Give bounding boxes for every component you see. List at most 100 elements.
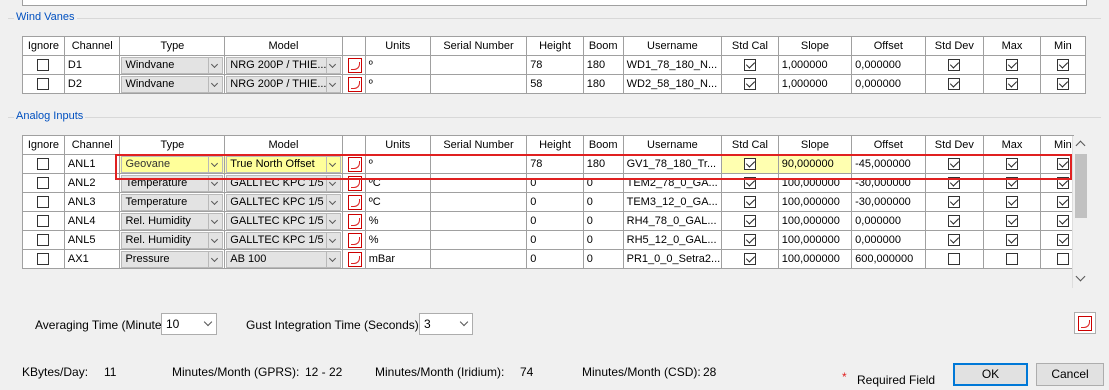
min-cell[interactable]: [1039, 230, 1074, 250]
scroll-down-icon[interactable]: [1075, 271, 1086, 282]
pdf-icon[interactable]: [347, 251, 362, 267]
min-checkbox[interactable]: [1056, 158, 1069, 171]
max-cell[interactable]: [983, 211, 1041, 231]
gust-time-select[interactable]: 3: [419, 313, 473, 335]
std-cal-cell[interactable]: [721, 211, 779, 231]
min-cell[interactable]: [1039, 211, 1074, 231]
std-dev-cell[interactable]: [924, 55, 985, 75]
username-cell[interactable]: RH5_12_0_GAL...: [622, 230, 723, 250]
chevron-down-icon[interactable]: [209, 193, 224, 211]
height-cell[interactable]: 0: [526, 211, 584, 231]
std-cal-checkbox[interactable]: [743, 177, 756, 190]
std-cal-checkbox[interactable]: [743, 215, 756, 228]
max-checkbox[interactable]: [1006, 177, 1019, 190]
pdf-icon[interactable]: [347, 175, 362, 191]
offset-cell[interactable]: -30,000000: [851, 173, 926, 193]
chevron-down-icon[interactable]: [209, 56, 224, 74]
analog-scrollbar[interactable]: [1072, 136, 1089, 288]
slope-cell[interactable]: 100,000000: [777, 249, 853, 269]
max-cell[interactable]: [983, 192, 1041, 212]
serial-cell[interactable]: [429, 74, 528, 94]
type-dropdown[interactable]: Windvane: [121, 56, 224, 74]
max-checkbox[interactable]: [1006, 196, 1019, 209]
std-cal-cell[interactable]: [721, 154, 779, 174]
std-dev-cell[interactable]: [924, 173, 985, 193]
chevron-down-icon[interactable]: [326, 231, 341, 249]
chevron-down-icon[interactable]: [326, 174, 341, 192]
offset-cell[interactable]: 0,000000: [851, 74, 926, 94]
ignore-checkbox[interactable]: [37, 158, 50, 171]
username-cell[interactable]: GV1_78_180_Tr...: [622, 154, 723, 174]
min-cell[interactable]: [1039, 249, 1074, 269]
slope-cell[interactable]: 1,000000: [777, 55, 853, 75]
chevron-down-icon[interactable]: [326, 155, 341, 173]
pdf-cell[interactable]: [341, 55, 366, 75]
table-row[interactable]: AX1 Pressure AB 100 mBar 0 0 PR1_0_0_Set…: [22, 249, 1074, 269]
ignore-checkbox[interactable]: [37, 177, 50, 190]
pdf-cell[interactable]: [341, 211, 366, 231]
table-row[interactable]: D2 Windvane NRG 200P / THIE... º 58 180 …: [22, 74, 1087, 94]
chevron-down-icon[interactable]: [209, 231, 224, 249]
std-dev-checkbox[interactable]: [948, 177, 961, 190]
height-cell[interactable]: 58: [526, 74, 584, 94]
type-dropdown[interactable]: Temperature: [121, 174, 224, 192]
std-cal-checkbox[interactable]: [743, 253, 756, 266]
std-dev-checkbox[interactable]: [948, 78, 961, 91]
model-cell[interactable]: NRG 200P / THIE...: [224, 74, 343, 94]
chevron-down-icon[interactable]: [209, 250, 224, 268]
ignore-cell[interactable]: [22, 192, 65, 212]
max-checkbox[interactable]: [1006, 234, 1019, 247]
std-dev-cell[interactable]: [924, 74, 985, 94]
cancel-button[interactable]: Cancel: [1036, 363, 1104, 386]
table-row[interactable]: ANL1 Geovane True North Offset º 78 180 …: [22, 154, 1074, 174]
std-cal-cell[interactable]: [721, 249, 779, 269]
model-dropdown[interactable]: True North Offset: [226, 155, 341, 173]
offset-cell[interactable]: 0,000000: [851, 230, 926, 250]
ignore-cell[interactable]: [22, 154, 65, 174]
username-cell[interactable]: WD2_58_180_N...: [622, 74, 723, 94]
type-cell[interactable]: Rel. Humidity: [119, 211, 226, 231]
chevron-down-icon[interactable]: [209, 174, 224, 192]
std-dev-cell[interactable]: [924, 192, 985, 212]
std-cal-cell[interactable]: [721, 55, 779, 75]
slope-cell[interactable]: 100,000000: [777, 211, 853, 231]
std-dev-checkbox[interactable]: [948, 196, 961, 209]
pdf-icon[interactable]: [347, 232, 362, 248]
table-row[interactable]: ANL2 Temperature GALLTEC KPC 1/5 ºC 0 0 …: [22, 173, 1074, 193]
max-cell[interactable]: [983, 55, 1041, 75]
serial-cell[interactable]: [429, 249, 528, 269]
chevron-down-icon[interactable]: [326, 212, 341, 230]
model-dropdown[interactable]: GALLTEC KPC 1/5: [226, 212, 341, 230]
ignore-checkbox[interactable]: [37, 196, 50, 209]
height-cell[interactable]: 78: [526, 154, 584, 174]
boom-cell[interactable]: 0: [582, 211, 624, 231]
username-cell[interactable]: TEM2_78_0_GA...: [622, 173, 723, 193]
model-cell[interactable]: NRG 200P / THIE...: [224, 55, 343, 75]
type-cell[interactable]: Pressure: [119, 249, 226, 269]
username-cell[interactable]: WD1_78_180_N...: [622, 55, 723, 75]
max-checkbox[interactable]: [1006, 215, 1019, 228]
slope-cell[interactable]: 1,000000: [777, 74, 853, 94]
model-cell[interactable]: True North Offset: [224, 154, 343, 174]
std-dev-checkbox[interactable]: [948, 215, 961, 228]
std-cal-checkbox[interactable]: [743, 59, 756, 72]
model-dropdown[interactable]: AB 100: [226, 250, 341, 268]
serial-cell[interactable]: [429, 230, 528, 250]
std-dev-cell[interactable]: [924, 230, 985, 250]
ignore-cell[interactable]: [22, 74, 65, 94]
pdf-cell[interactable]: [341, 249, 366, 269]
serial-cell[interactable]: [429, 154, 528, 174]
slope-cell[interactable]: 90,000000: [777, 154, 853, 174]
min-cell[interactable]: [1039, 154, 1074, 174]
scroll-up-icon[interactable]: [1075, 140, 1086, 151]
boom-cell[interactable]: 0: [582, 192, 624, 212]
offset-cell[interactable]: 0,000000: [851, 211, 926, 231]
offset-cell[interactable]: 600,000000: [851, 249, 926, 269]
username-cell[interactable]: PR1_0_0_Setra2...: [622, 249, 723, 269]
ignore-cell[interactable]: [22, 211, 65, 231]
type-dropdown[interactable]: Pressure: [121, 250, 224, 268]
ignore-checkbox[interactable]: [37, 78, 50, 91]
chevron-down-icon[interactable]: [326, 193, 341, 211]
type-dropdown[interactable]: Rel. Humidity: [121, 212, 224, 230]
type-dropdown[interactable]: Windvane: [121, 75, 224, 93]
